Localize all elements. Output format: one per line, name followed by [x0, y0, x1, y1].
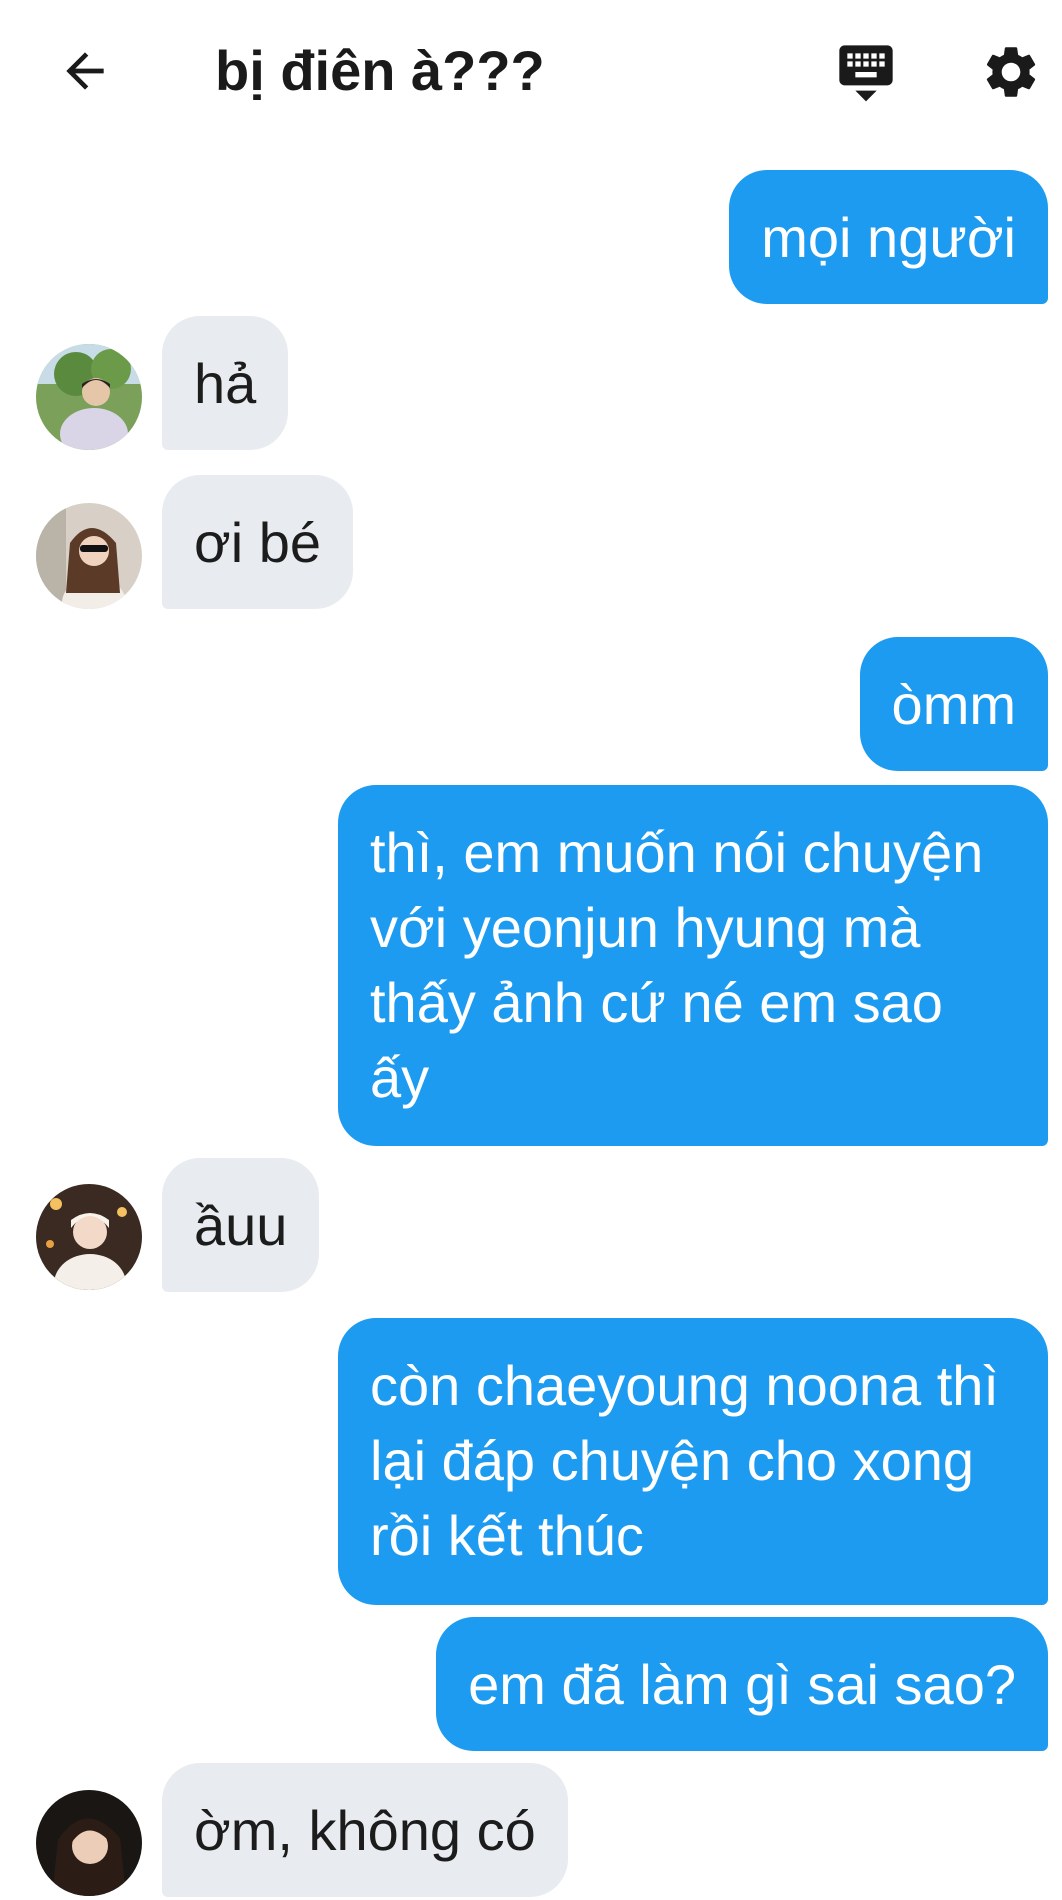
avatar[interactable] [36, 344, 142, 450]
message-bubble[interactable]: ơi bé [162, 475, 354, 609]
message-text: ầuu [194, 1194, 288, 1257]
message-text: hả [194, 352, 257, 415]
message-text: ơi bé [194, 511, 322, 574]
message-bubble[interactable]: em đã làm gì sai sao? [436, 1617, 1048, 1751]
message-outgoing: còn chaeyoung noona thì lại đáp chuyện c… [338, 1318, 1048, 1605]
chat-title: bị điên à??? [215, 39, 545, 102]
message-incoming: ờm, không có [162, 1763, 568, 1897]
arrow-left-icon [66, 52, 104, 90]
message-outgoing: thì, em muốn nói chuyện với yeonjun hyun… [338, 785, 1048, 1146]
message-bubble[interactable]: òmm [859, 637, 1048, 771]
avatar[interactable] [36, 1790, 142, 1896]
settings-button[interactable] [975, 36, 1047, 108]
message-text: ờm, không có [194, 1799, 536, 1862]
message-text: mọi người [761, 206, 1016, 269]
avatar[interactable] [36, 503, 142, 609]
keyboard-icon [839, 45, 893, 102]
message-text: còn chaeyoung noona thì lại đáp chuyện c… [370, 1354, 999, 1567]
message-incoming: ơi bé [162, 475, 354, 609]
message-bubble[interactable]: ầuu [162, 1158, 320, 1292]
message-outgoing: em đã làm gì sai sao? [436, 1617, 1048, 1751]
message-outgoing: mọi người [729, 170, 1048, 304]
message-bubble[interactable]: hả [162, 316, 289, 450]
keyboard-button[interactable] [830, 36, 902, 108]
message-incoming: hả [162, 316, 289, 450]
message-text: thì, em muốn nói chuyện với yeonjun hyun… [370, 821, 984, 1109]
chat-header: bị điên à??? [0, 0, 1062, 140]
message-bubble[interactable]: còn chaeyoung noona thì lại đáp chuyện c… [338, 1318, 1048, 1605]
message-text: òmm [891, 673, 1016, 736]
message-bubble[interactable]: ờm, không có [162, 1763, 568, 1897]
gear-icon [986, 47, 1036, 97]
message-incoming: ầuu [162, 1158, 320, 1292]
avatar[interactable] [36, 1184, 142, 1290]
message-bubble[interactable]: thì, em muốn nói chuyện với yeonjun hyun… [338, 785, 1048, 1146]
message-text: em đã làm gì sai sao? [468, 1653, 1016, 1716]
back-button[interactable] [50, 36, 120, 106]
message-outgoing: òmm [859, 637, 1048, 771]
message-bubble[interactable]: mọi người [729, 170, 1048, 304]
